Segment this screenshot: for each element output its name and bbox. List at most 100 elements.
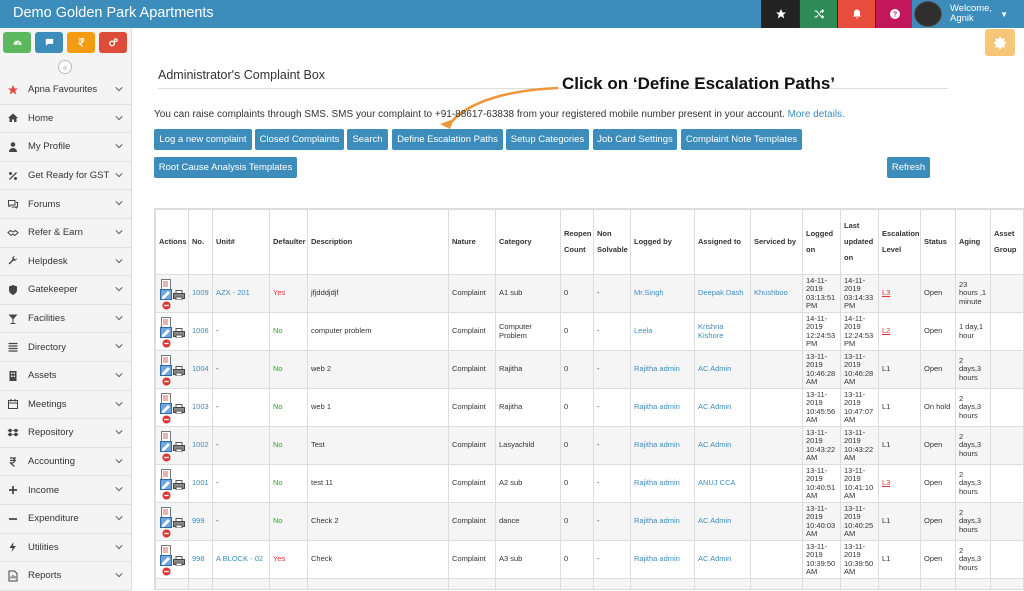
job-card-settings-button[interactable]: Job Card Settings [593,129,677,150]
col-status[interactable]: Status [921,210,956,275]
cell-loggedby-value[interactable]: Rajitha admin [634,440,680,449]
sidebar-item-get-ready-for-gst[interactable]: Get Ready for GST [0,162,131,191]
table-row[interactable]: 1001-Notest 11ComplaintA2 sub0-Rajitha a… [156,465,1024,503]
sidebar-item-apna-favourites[interactable]: Apna Favourites [0,76,131,105]
delete-icon[interactable] [162,301,171,310]
edit-icon[interactable] [160,555,172,566]
edit-icon[interactable] [160,441,172,452]
log-complaint-button[interactable]: Log a new complaint [154,129,252,150]
help-button[interactable]: ? [875,0,913,28]
cell-escalation-value[interactable]: L3 [882,478,890,487]
col-aging[interactable]: Aging [956,210,991,275]
cell-serviced-value[interactable]: Khushboo [754,288,788,297]
chat-button[interactable] [35,32,63,53]
user-menu[interactable]: Welcome, Agnik ▼ [912,0,1024,28]
col-category[interactable]: Category [496,210,561,275]
col-non-solvable[interactable]: Non Solvable [594,210,631,275]
sidebar-item-accounting[interactable]: Accounting [0,448,131,477]
table-row[interactable]: 1003-Noweb 1ComplaintRajitha0-Rajitha ad… [156,389,1024,427]
col-defaulter[interactable]: Defaulter [270,210,308,275]
cell-loggedby-value[interactable]: Leela [634,326,652,335]
table-row[interactable]: 1004-Noweb 2ComplaintRajitha0-Rajitha ad… [156,351,1024,389]
col-reopen-count[interactable]: Reopen Count [561,210,594,275]
print-icon[interactable] [173,480,185,490]
col-serviced-by[interactable]: Serviced by [751,210,803,275]
root-cause-analysis-templates-button[interactable]: Root Cause Analysis Templates [154,157,297,178]
sidebar-item-expenditure[interactable]: Expenditure [0,505,131,534]
sidebar-item-home[interactable]: Home [0,105,131,134]
payments-button[interactable] [67,32,95,53]
cell-no-value[interactable]: 999 [192,516,205,525]
edit-icon[interactable] [160,403,172,414]
refresh-button[interactable]: Refresh [887,157,930,178]
print-icon[interactable] [173,442,185,452]
search-button[interactable]: Search [347,129,388,150]
col-no[interactable]: No. [189,210,213,275]
table-row[interactable]: 1006-Nocomputer problemComplaintComputer… [156,313,1024,351]
cell-loggedby-value[interactable]: Rajitha admin [634,554,680,563]
delete-icon[interactable] [162,415,171,424]
print-icon[interactable] [173,518,185,528]
col-description[interactable]: Description [308,210,449,275]
cell-loggedby-value[interactable]: Rajitha admin [634,364,680,373]
dashboard-button[interactable] [3,32,31,53]
cell-assigned-value[interactable]: Deepak Dash [698,288,743,297]
cell-loggedby-value[interactable]: Rajitha admin [634,516,680,525]
edit-icon[interactable] [160,365,172,376]
closed-complaints-button[interactable]: Closed Complaints [255,129,344,150]
print-icon[interactable] [173,290,185,300]
complaint-note-templates-button[interactable]: Complaint Note Templates [681,129,802,150]
cell-unit-value[interactable]: A BLOCK - 02 [216,554,263,563]
sidebar-item-meetings[interactable]: Meetings [0,391,131,420]
cell-assigned-value[interactable]: ANUJ CCA [698,478,736,487]
cell-no-value[interactable]: 1002 [192,440,209,449]
page-settings-button[interactable] [985,29,1015,56]
delete-icon[interactable] [162,453,171,462]
sidebar-item-gatekeeper[interactable]: Gatekeeper [0,276,131,305]
cell-escalation-value[interactable]: L2 [882,326,890,335]
print-icon[interactable] [173,404,185,414]
app-title[interactable]: Demo Golden Park Apartments [13,5,214,21]
table-row[interactable]: 1002-NoTestComplaintLasyachild0-Rajitha … [156,427,1024,465]
col-nature[interactable]: Nature [449,210,496,275]
cell-escalation-value[interactable]: L3 [882,288,890,297]
cell-assigned-value[interactable]: Krishna Kishore [698,322,723,340]
edit-icon[interactable] [160,289,172,300]
col-logged-by[interactable]: Logged by [631,210,695,275]
print-icon[interactable] [173,366,185,376]
edit-icon[interactable] [160,327,172,338]
cell-loggedby-value[interactable]: Rajitha admin [634,402,680,411]
cell-assigned-value[interactable]: AC Admin [698,402,731,411]
define-escalation-paths-button[interactable]: Define Escalation Paths [392,129,503,150]
col-escalation-level[interactable]: Escalation Level [879,210,921,275]
cell-no-value[interactable]: 998 [192,554,205,563]
delete-icon[interactable] [162,377,171,386]
delete-icon[interactable] [162,529,171,538]
setup-categories-button[interactable]: Setup Categories [506,129,589,150]
cell-assigned-value[interactable]: AC Admin [698,516,731,525]
sidebar-item-reports[interactable]: Reports [0,562,131,591]
sidebar-item-facilities[interactable]: Facilities [0,305,131,334]
notifications-button[interactable] [837,0,875,28]
col-last-updated[interactable]: Last updated on [841,210,879,275]
delete-icon[interactable] [162,567,171,576]
edit-icon[interactable] [160,479,172,490]
cell-loggedby-value[interactable]: Mr.Singh [634,288,664,297]
sidebar-item-refer-earn[interactable]: Refer & Earn [0,219,131,248]
print-icon[interactable] [173,556,185,566]
table-row[interactable]: 13-11-13-11-2 [156,579,1024,591]
cell-no-value[interactable]: 1006 [192,326,209,335]
edit-icon[interactable] [160,517,172,528]
shuffle-button[interactable] [799,0,837,28]
sidebar-item-directory[interactable]: Directory [0,333,131,362]
cell-assigned-value[interactable]: AC Admin [698,440,731,449]
cell-no-value[interactable]: 1009 [192,288,209,297]
cell-loggedby-value[interactable]: Rajitha admin [634,478,680,487]
sidebar-item-forums[interactable]: Forums [0,190,131,219]
col-assigned-to[interactable]: Assigned to [695,210,751,275]
delete-icon[interactable] [162,491,171,500]
sidebar-item-helpdesk[interactable]: Helpdesk [0,248,131,277]
settings-button[interactable] [99,32,127,53]
sidebar-item-income[interactable]: Income [0,476,131,505]
table-row[interactable]: 1009AZX - 201YesjfjdddjdjfComplaintA1 su… [156,275,1024,313]
